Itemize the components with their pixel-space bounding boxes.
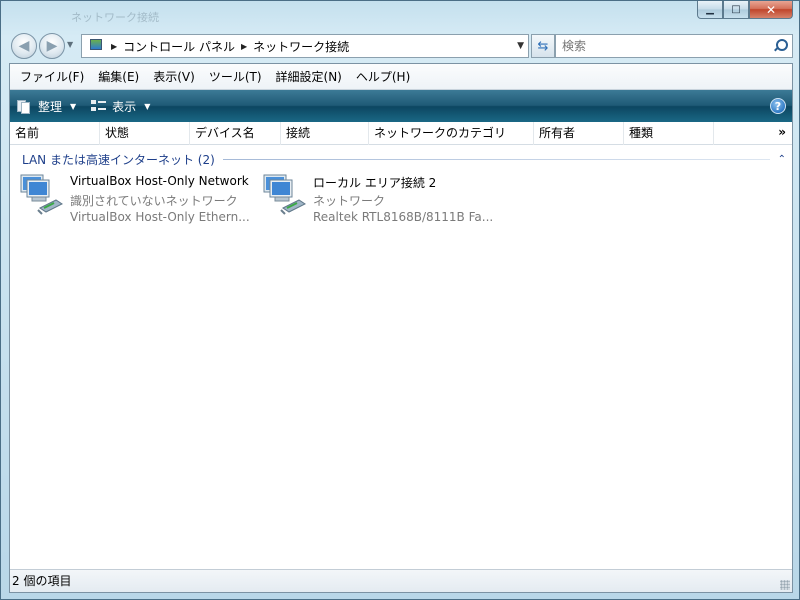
column-header-type[interactable]: 種類	[624, 122, 714, 145]
control-panel-icon	[87, 37, 105, 55]
address-dropdown-icon[interactable]: ▼	[517, 41, 524, 51]
menu-bar: ファイル(F) 編集(E) 表示(V) ツール(T) 詳細設定(N) ヘルプ(H…	[10, 64, 792, 90]
refresh-icon: ⇆	[537, 38, 549, 54]
column-headers: 名前 状態 デバイス名 接続 ネットワークのカテゴリ 所有者 種類 »	[10, 122, 792, 145]
resize-grip-icon[interactable]	[780, 580, 790, 590]
connection-item-virtualbox[interactable]: VirtualBox Host-Only Network 識別されていないネット…	[18, 172, 256, 228]
column-header-connectivity[interactable]: 接続	[281, 122, 369, 145]
connection-name: ローカル エリア接続 2	[313, 176, 437, 190]
column-header-device-name[interactable]: デバイス名	[190, 122, 281, 145]
item-count: 2 個の項目	[12, 574, 72, 588]
explorer-client-area: ファイル(F) 編集(E) 表示(V) ツール(T) 詳細設定(N) ヘルプ(H…	[9, 63, 793, 593]
search-input[interactable]	[562, 39, 762, 53]
status-bar: 2 個の項目	[10, 569, 792, 592]
breadcrumb-arrow-icon[interactable]: ▶	[111, 42, 117, 51]
command-bar: 整理 ▼ 表示 ▼ ?	[10, 90, 792, 122]
column-header-network-category[interactable]: ネットワークのカテゴリ	[369, 122, 534, 145]
menu-tools[interactable]: ツール(T)	[202, 68, 269, 85]
minimize-button[interactable]: ▁	[697, 1, 723, 19]
connection-name: VirtualBox Host-Only Network	[70, 174, 249, 188]
menu-view[interactable]: 表示(V)	[146, 68, 202, 85]
collapse-icon[interactable]: ⌃	[778, 154, 786, 165]
menu-file[interactable]: ファイル(F)	[13, 68, 91, 85]
chevron-down-icon: ▼	[70, 101, 77, 111]
item-text: VirtualBox Host-Only Network 識別されていないネット…	[70, 174, 250, 228]
item-text: ローカル エリア接続 2 ネットワーク Realtek RTL8168B/811…	[313, 174, 493, 228]
organize-button[interactable]: 整理 ▼	[16, 98, 76, 115]
close-button[interactable]: ✕	[749, 1, 793, 19]
menu-edit[interactable]: 編集(E)	[91, 68, 146, 85]
connection-device: Realtek RTL8168B/8111B Fa...	[313, 210, 494, 224]
maximize-icon: □	[731, 4, 741, 15]
address-bar[interactable]: ▶ コントロール パネル ▶ ネットワーク接続 ▼	[81, 34, 529, 58]
breadcrumb-network-connections[interactable]: ネットワーク接続	[253, 38, 349, 55]
connection-device: VirtualBox Host-Only Ethern...	[70, 210, 250, 224]
group-header[interactable]: LAN または高速インターネット (2) ⌃	[22, 150, 786, 168]
views-icon	[90, 98, 107, 114]
column-header-name[interactable]: 名前	[10, 122, 100, 145]
minimize-icon: ▁	[706, 4, 714, 15]
refresh-button[interactable]: ⇆	[531, 34, 555, 58]
organize-icon	[16, 98, 32, 114]
maximize-button[interactable]: □	[723, 1, 749, 19]
connection-item-local-area[interactable]: ローカル エリア接続 2 ネットワーク Realtek RTL8168B/811…	[261, 172, 501, 228]
forward-button[interactable]: ▶	[39, 33, 65, 59]
network-adapter-icon	[20, 174, 63, 215]
column-header-status[interactable]: 状態	[100, 122, 190, 145]
close-icon: ✕	[765, 2, 777, 17]
views-button[interactable]: 表示 ▼	[90, 98, 150, 115]
window-frame: ネットワーク接続 ▁ □ ✕ ◀ ▶ ▼ ▶ コントロール パネル ▶ ネットワ…	[0, 0, 800, 600]
menu-advanced[interactable]: 詳細設定(N)	[269, 68, 349, 85]
back-arrow-icon: ◀	[18, 38, 30, 54]
menu-help[interactable]: ヘルプ(H)	[349, 68, 417, 85]
breadcrumb-arrow-icon[interactable]: ▶	[241, 42, 247, 51]
caption-buttons: ▁ □ ✕	[697, 1, 793, 19]
breadcrumb-control-panel[interactable]: コントロール パネル	[123, 38, 235, 55]
help-icon: ?	[774, 99, 782, 113]
recent-pages-dropdown[interactable]: ▼	[67, 40, 73, 49]
search-box[interactable]	[555, 34, 793, 58]
window-title: ネットワーク接続	[71, 11, 159, 24]
help-button[interactable]: ?	[770, 98, 786, 114]
connection-status: 識別されていないネットワーク	[70, 194, 238, 208]
connection-status: ネットワーク	[313, 194, 386, 208]
organize-label: 整理	[38, 99, 63, 114]
forward-arrow-icon: ▶	[46, 38, 58, 54]
group-divider	[222, 158, 770, 160]
more-columns-icon[interactable]: »	[778, 125, 786, 139]
group-title: LAN または高速インターネット (2)	[22, 152, 215, 167]
column-header-owner[interactable]: 所有者	[534, 122, 624, 145]
back-button[interactable]: ◀	[11, 33, 37, 59]
views-label: 表示	[112, 99, 137, 114]
navigation-bar: ◀ ▶ ▼ ▶ コントロール パネル ▶ ネットワーク接続 ▼ ⇆	[9, 32, 793, 60]
network-adapter-icon	[263, 174, 306, 215]
search-icon[interactable]	[773, 39, 788, 53]
chevron-down-icon: ▼	[144, 101, 151, 111]
